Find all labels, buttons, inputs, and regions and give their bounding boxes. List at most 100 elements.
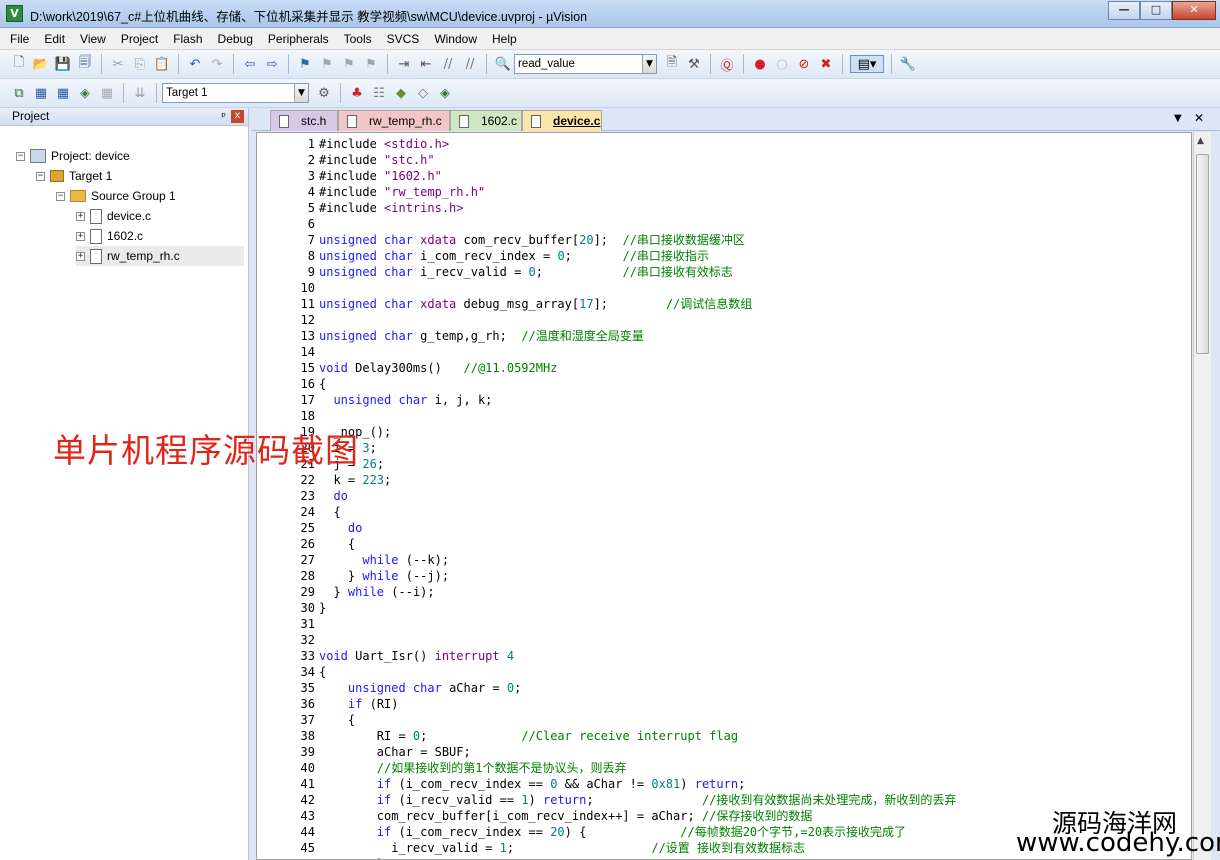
menu-help[interactable]: Help bbox=[492, 32, 517, 46]
tree-item-file[interactable]: + 1602.c bbox=[76, 226, 143, 246]
manage-run-time-icon[interactable]: ◆ bbox=[392, 84, 410, 102]
menu-svcs[interactable]: SVCS bbox=[387, 32, 420, 46]
menu-edit[interactable]: Edit bbox=[44, 32, 65, 46]
tab-1602-c[interactable]: 1602.c bbox=[450, 110, 522, 131]
line-number: 24 bbox=[300, 505, 315, 519]
minimize-button[interactable]: — bbox=[1108, 1, 1140, 20]
close-icon[interactable]: x bbox=[231, 110, 244, 123]
code-token: //调试信息数组 bbox=[665, 297, 753, 311]
window-layout-icon[interactable]: ▤▾ bbox=[850, 55, 884, 73]
pack-installer-icon[interactable]: ◇ bbox=[414, 84, 432, 102]
tab-list-dropdown-icon[interactable]: ▼ bbox=[1174, 113, 1182, 124]
code-line: 19 _nop_(); bbox=[257, 424, 1191, 440]
redo-icon[interactable]: ↷ bbox=[208, 55, 226, 73]
tree-item-file[interactable]: + rw_temp_rh.c bbox=[76, 246, 244, 266]
menu-file[interactable]: File bbox=[10, 32, 29, 46]
select-packs-icon[interactable]: ☷ bbox=[370, 84, 388, 102]
pin-icon[interactable]: ᵖ bbox=[221, 108, 226, 125]
expand-icon[interactable]: + bbox=[76, 251, 85, 261]
collapse-icon[interactable]: − bbox=[36, 171, 45, 181]
software-components-icon[interactable]: ◈ bbox=[436, 84, 454, 102]
bookmark-toggle-icon[interactable]: ⚑ bbox=[296, 55, 314, 73]
bookmark-clear-icon[interactable]: ⚑ bbox=[362, 55, 380, 73]
code-token: } bbox=[319, 601, 327, 615]
incremental-find-icon[interactable]: ⚒ bbox=[685, 55, 703, 73]
bookmark-prev-icon[interactable]: ⚑ bbox=[318, 55, 336, 73]
maximize-button[interactable]: □ bbox=[1140, 1, 1172, 20]
find-combo[interactable]: read_value ▼ bbox=[514, 54, 657, 74]
insert-breakpoint-icon[interactable]: ● bbox=[751, 55, 769, 73]
menu-tools[interactable]: Tools bbox=[344, 32, 372, 46]
file-icon bbox=[90, 208, 102, 224]
tree-item-target[interactable]: − Target 1 bbox=[36, 166, 112, 186]
configure-wrench-icon[interactable]: 🔧 bbox=[899, 55, 917, 73]
target-combo[interactable]: Target 1 ▼ bbox=[162, 83, 309, 103]
save-icon[interactable]: 💾 bbox=[54, 55, 72, 73]
toolbar-separator bbox=[340, 83, 341, 103]
cut-icon[interactable]: ✂ bbox=[109, 55, 127, 73]
new-file-icon[interactable]: 🗋 bbox=[10, 55, 28, 73]
chevron-down-icon[interactable]: ▼ bbox=[294, 84, 308, 102]
collapse-icon[interactable]: − bbox=[16, 151, 25, 161]
tab-device-c[interactable]: device.c bbox=[522, 110, 602, 131]
scroll-up-icon[interactable]: ▲ bbox=[1197, 136, 1204, 146]
kill-breakpoints-icon[interactable]: ✖ bbox=[817, 55, 835, 73]
scrollbar-thumb[interactable] bbox=[1196, 154, 1209, 354]
download-icon[interactable]: ⇊ bbox=[131, 84, 149, 102]
build-toolbar: ⧉ ▦ ▦ ◈ ▦ ⇊ Target 1 ▼ ⚙ ♣ ☷ ◆ ◇ ◈ bbox=[0, 79, 1220, 108]
save-all-icon[interactable]: 🗐 bbox=[76, 55, 94, 73]
tree-item-file[interactable]: + device.c bbox=[76, 206, 151, 226]
navigate-back-icon[interactable]: ⇦ bbox=[241, 55, 259, 73]
vertical-scrollbar[interactable]: ▲ bbox=[1193, 132, 1211, 860]
tree-item-source-group[interactable]: − Source Group 1 bbox=[56, 186, 176, 206]
code-line: 7 unsigned char xdata com_recv_buffer[20]… bbox=[257, 232, 1191, 248]
close-tab-icon[interactable]: ✕ bbox=[1194, 111, 1204, 125]
menu-view[interactable]: View bbox=[80, 32, 106, 46]
find-in-files-icon[interactable]: 🔍 bbox=[494, 55, 512, 73]
close-window-button[interactable]: ✕ bbox=[1172, 1, 1216, 20]
tab-stc-h[interactable]: stc.h bbox=[270, 110, 338, 131]
navigate-forward-icon[interactable]: ⇨ bbox=[263, 55, 281, 73]
batch-build-icon[interactable]: ◈ bbox=[76, 84, 94, 102]
enable-breakpoint-icon[interactable]: ○ bbox=[773, 55, 791, 73]
menu-flash[interactable]: Flash bbox=[173, 32, 202, 46]
stop-build-icon[interactable]: ▦ bbox=[98, 84, 116, 102]
menu-debug[interactable]: Debug bbox=[218, 32, 253, 46]
find-combo-value: read_value bbox=[518, 58, 575, 70]
manage-project-items-icon[interactable]: ♣ bbox=[348, 84, 366, 102]
comment-icon[interactable]: // bbox=[439, 55, 457, 73]
expand-icon[interactable]: + bbox=[76, 211, 85, 221]
menu-project[interactable]: Project bbox=[121, 32, 158, 46]
tab-rw-temp-rh-c[interactable]: rw_temp_rh.c bbox=[338, 110, 450, 131]
tree-item-project[interactable]: − Project: device bbox=[16, 146, 130, 166]
paste-icon[interactable]: 📋 bbox=[153, 55, 171, 73]
disable-breakpoints-icon[interactable]: ⊘ bbox=[795, 55, 813, 73]
unindent-icon[interactable]: ⇤ bbox=[417, 55, 435, 73]
menu-peripherals[interactable]: Peripherals bbox=[268, 32, 329, 46]
uncomment-icon[interactable]: // bbox=[461, 55, 479, 73]
code-token: //每帧数据20个字节,=20表示接收完成了 bbox=[680, 825, 907, 839]
collapse-icon[interactable]: − bbox=[56, 191, 65, 201]
code-token: while bbox=[347, 585, 392, 599]
build-icon[interactable]: ▦ bbox=[32, 84, 50, 102]
menu-window[interactable]: Window bbox=[434, 32, 477, 46]
bookmark-next-icon[interactable]: ⚑ bbox=[340, 55, 358, 73]
rebuild-icon[interactable]: ▦ bbox=[54, 84, 72, 102]
code-token: { bbox=[319, 537, 356, 551]
translate-icon[interactable]: ⧉ bbox=[10, 84, 28, 102]
undo-icon[interactable]: ↶ bbox=[186, 55, 204, 73]
code-token: 4 bbox=[506, 649, 515, 663]
code-token: ) bbox=[680, 777, 695, 791]
find-icon[interactable]: 🗎 bbox=[663, 55, 681, 73]
debug-session-icon[interactable]: Ⓠ bbox=[718, 55, 736, 74]
open-folder-icon[interactable]: 📂 bbox=[32, 55, 50, 73]
chevron-down-icon[interactable]: ▼ bbox=[642, 55, 656, 73]
code-token: { bbox=[319, 377, 327, 391]
expand-icon[interactable]: + bbox=[76, 231, 85, 241]
copy-icon[interactable]: ⎘ bbox=[131, 55, 149, 73]
code-editor[interactable]: 1 #include <stdio.h> 2 #include "stc.h" 3 #in… bbox=[256, 132, 1192, 860]
code-token: Uart_Isr() bbox=[355, 649, 435, 663]
target-options-icon[interactable]: ⚙ bbox=[315, 84, 333, 102]
indent-icon[interactable]: ⇥ bbox=[395, 55, 413, 73]
